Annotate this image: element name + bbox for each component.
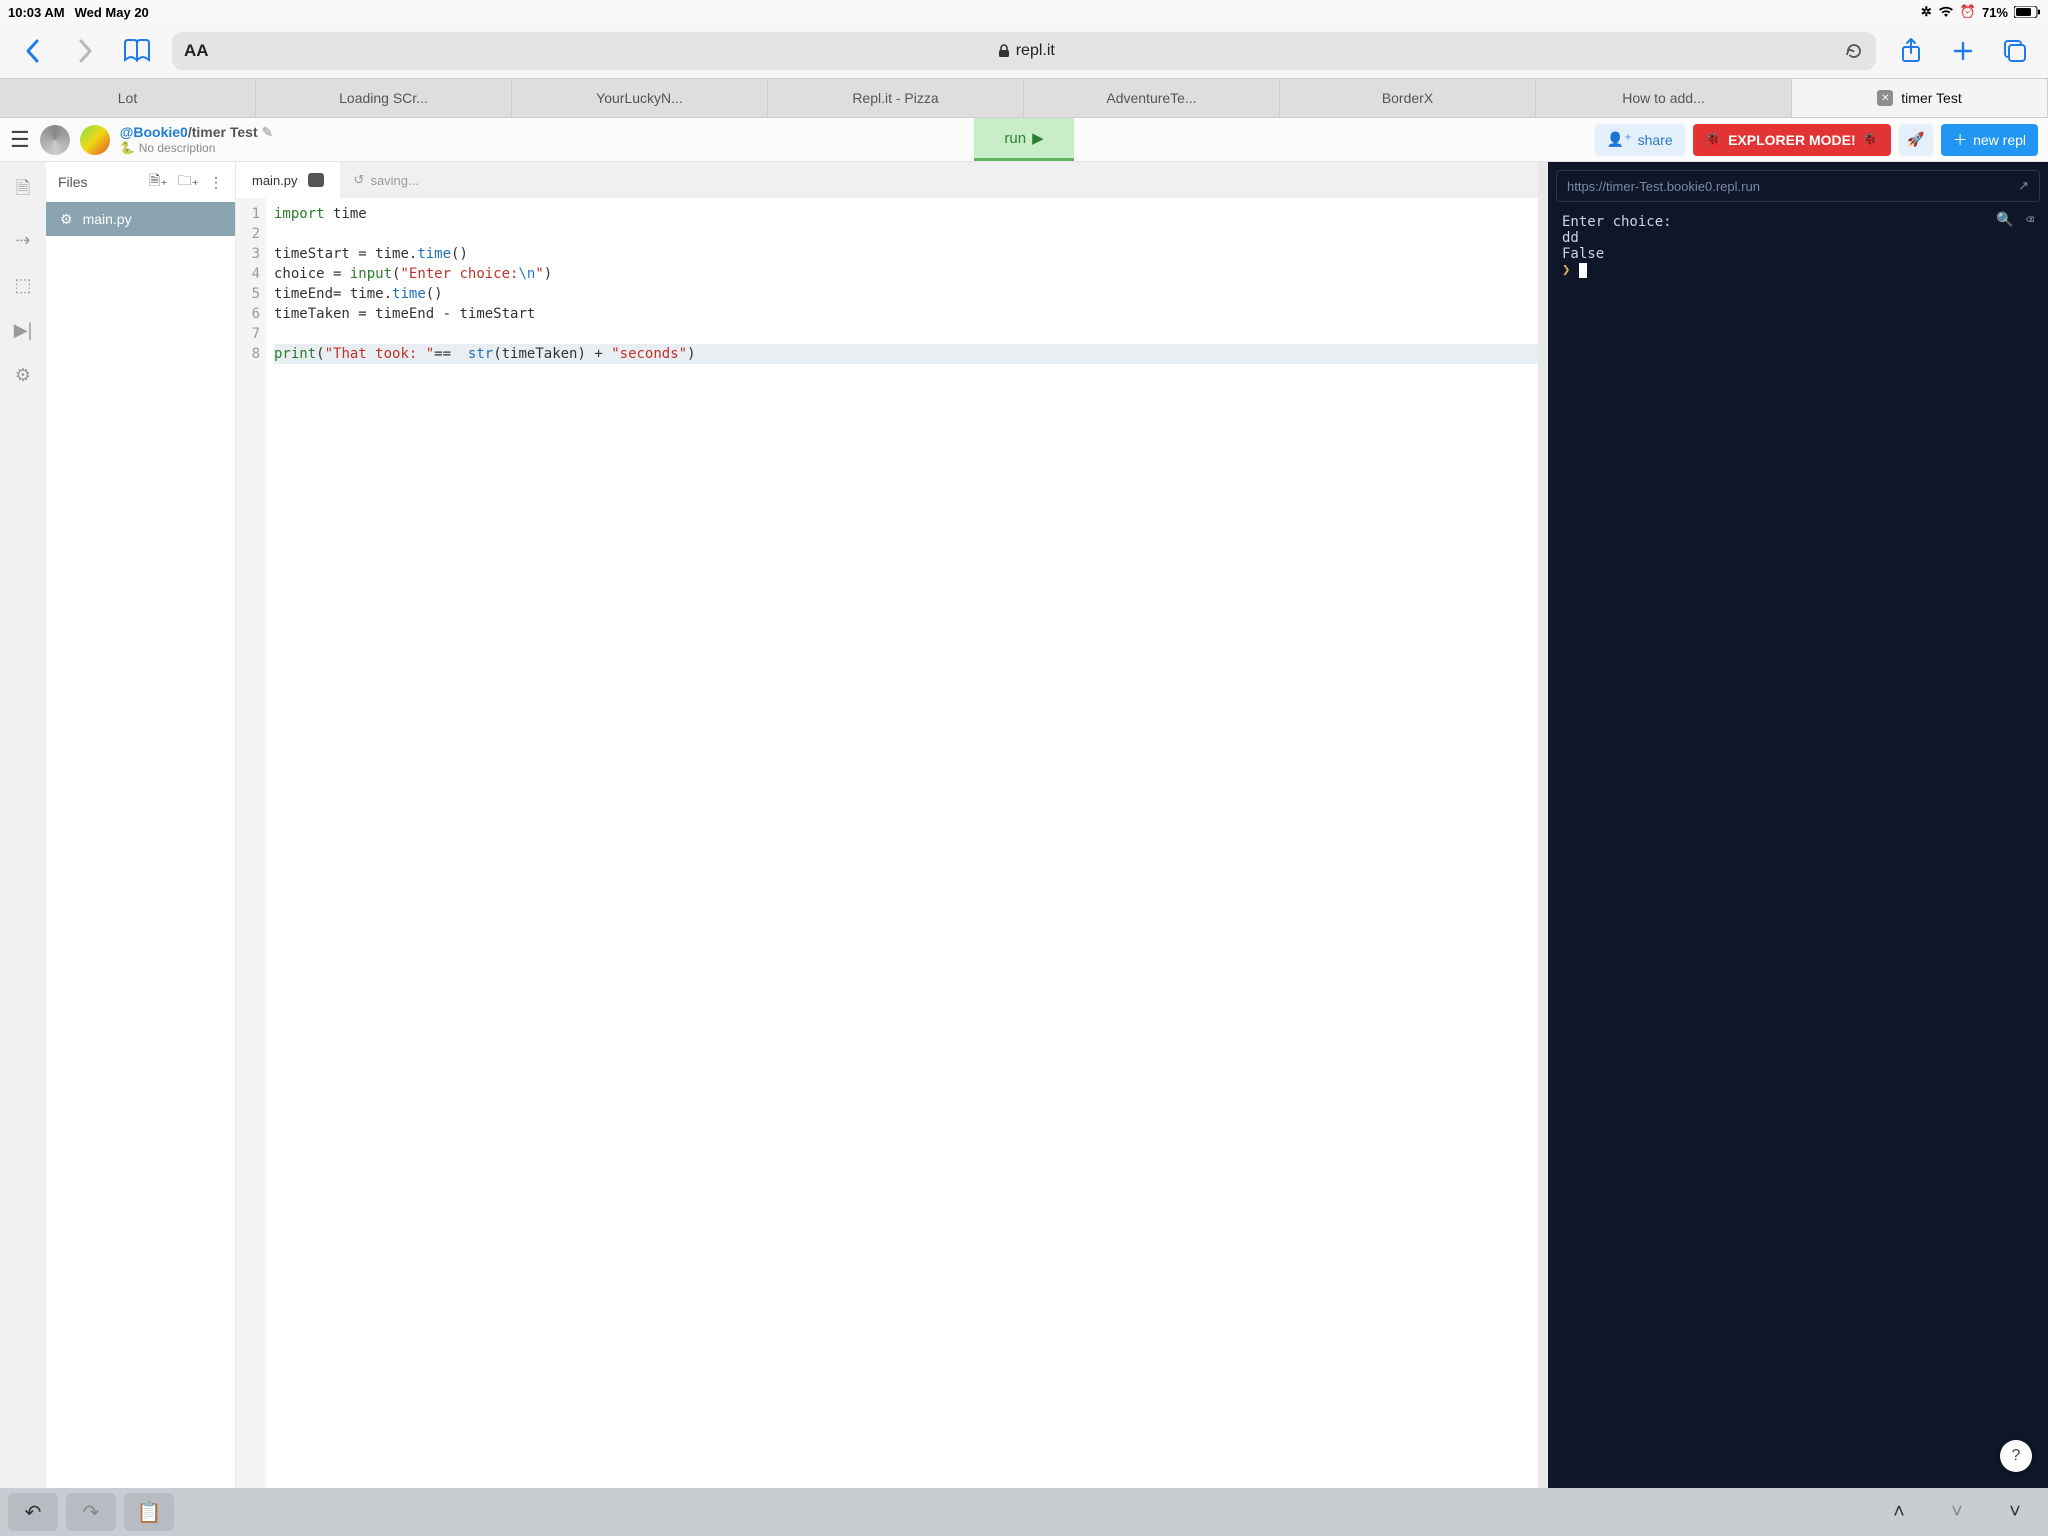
back-button[interactable] [16,34,50,68]
rocket-icon: 🚀 [1907,131,1924,148]
keyboard-suggestion-bar: ↶ ↷ 📋 ˄ ˅ ˅ [0,1488,2048,1536]
battery-percent: 71% [1982,5,2008,20]
reload-button[interactable] [1844,41,1864,61]
history-icon: ↺ [354,172,365,188]
editor-tab-bar: main.py ↺ saving... [236,162,1538,198]
line-gutter: 1 2 3 4 5 6 7 8 [236,198,266,1488]
browser-tab[interactable]: BorderX [1280,79,1536,117]
files-icon[interactable]: 🗎 [16,176,30,206]
play-icon: ▶ [1032,129,1044,147]
ipad-status-bar: 10:03 AM Wed May 20 ✲ ⏰ 71% [0,0,2048,24]
repl-subtitle: No description [139,141,216,155]
file-options-icon[interactable] [308,173,324,187]
browser-tab[interactable]: YourLuckyN... [512,79,768,117]
file-name: main.py [83,211,132,227]
browser-tab[interactable]: AdventureTe... [1024,79,1280,117]
paste-button[interactable]: 📋 [124,1493,174,1531]
status-time: 10:03 AM [8,5,65,20]
help-button[interactable]: ? [2000,1440,2032,1472]
status-date: Wed May 20 [75,5,149,20]
undo-button[interactable]: ↶ [8,1493,58,1531]
battery-icon [2014,6,2040,18]
files-label: Files [58,174,88,190]
repl-name: timer Test [192,124,258,140]
console-prompt: ❯ [1562,262,1570,278]
file-item-selected[interactable]: ⚙ main.py [46,202,235,236]
share-button[interactable] [1894,34,1928,68]
new-repl-button[interactable]: ＋ new repl [1941,124,2038,156]
search-console-icon[interactable]: 🔍 [1996,212,2013,228]
saving-indicator: ↺ saving... [340,172,419,188]
next-suggestion-button[interactable]: ˅ [1932,1493,1982,1531]
prev-suggestion-button[interactable]: ˄ [1874,1493,1924,1531]
close-tab-icon[interactable]: ✕ [1877,90,1893,106]
address-bar[interactable]: AA repl.it [172,32,1876,70]
menu-button[interactable]: ☰ [10,127,30,153]
repl-title-block: @Bookie0/timer Test ✎ 🐍 No description [120,124,274,155]
rocket-button[interactable]: 🚀 [1899,124,1933,156]
loading-icon: ✲ [1921,4,1932,20]
version-control-icon[interactable]: ⇢ [15,230,30,251]
debugger-icon[interactable]: ▶| [14,320,33,341]
console-url-bar[interactable]: https://timer-Test.bookie0.repl.run ↗ [1556,170,2040,202]
text-size-button[interactable]: AA [184,41,209,61]
bookmarks-button[interactable] [120,34,154,68]
console-url-text: https://timer-Test.bookie0.repl.run [1567,179,1760,194]
dismiss-keyboard-button[interactable]: ˅ [1990,1493,2040,1531]
code-content[interactable]: import time timeStart = time.time() choi… [266,198,1538,1488]
browser-tab[interactable]: Repl.it - Pizza [768,79,1024,117]
tabs-button[interactable] [1998,34,2032,68]
forward-button[interactable] [68,34,102,68]
bug-icon: 🐞 [1705,131,1722,148]
repl-owner[interactable]: @Bookie0 [120,124,188,140]
console-line: False [1562,246,2034,262]
browser-tab[interactable]: Loading SCr... [256,79,512,117]
new-file-icon[interactable]: 🗎₊ [149,170,168,194]
code-editor[interactable]: 1 2 3 4 5 6 7 8 import time timeStart = … [236,198,1538,1488]
browser-tab[interactable]: How to add... [1536,79,1792,117]
python-icon: 🐍 [120,141,135,155]
share-repl-button[interactable]: 👤⁺ share [1595,124,1685,156]
python-file-icon: ⚙ [60,211,73,228]
more-icon[interactable]: ⋮ [209,174,223,191]
browser-tab[interactable]: Lot [0,79,256,117]
settings-icon[interactable]: ⚙ [15,365,31,386]
replit-logo[interactable] [40,125,70,155]
explorer-mode-button[interactable]: 🐞 EXPLORER MODE! 🐞 [1693,124,1891,156]
plus-icon: ＋ [1953,130,1967,150]
workspace: 🗎 ⇢ ⬚ ▶| ⚙ Files 🗎₊ 🗀₊ ⋮ ⚙ main.py main.… [0,162,2048,1488]
wifi-icon [1938,6,1954,18]
packages-icon[interactable]: ⬚ [14,275,31,296]
open-external-icon[interactable]: ↗ [2018,178,2029,194]
clear-console-icon[interactable]: ⌫ [2026,212,2034,228]
files-header: Files 🗎₊ 🗀₊ ⋮ [46,162,235,202]
left-icon-rail: 🗎 ⇢ ⬚ ▶| ⚙ [0,162,46,1488]
run-button[interactable]: run ▶ [974,118,1074,161]
user-avatar[interactable] [80,125,110,155]
console-line: Enter choice: [1562,214,2034,230]
editor-tab-active[interactable]: main.py [236,162,340,198]
safari-tab-strip: Lot Loading SCr... YourLuckyN... Repl.it… [0,78,2048,118]
edit-icon[interactable]: ✎ [262,124,274,140]
url-host: repl.it [1016,42,1055,60]
replit-header: ☰ @Bookie0/timer Test ✎ 🐍 No description… [0,118,2048,162]
editor-panel: main.py ↺ saving... 1 2 3 4 5 6 7 8 impo… [236,162,1548,1488]
alarm-icon: ⏰ [1960,4,1976,20]
console-panel: https://timer-Test.bookie0.repl.run ↗ 🔍 … [1548,162,2048,1488]
console-cursor [1579,263,1587,278]
lock-icon [998,44,1010,58]
files-panel: Files 🗎₊ 🗀₊ ⋮ ⚙ main.py [46,162,236,1488]
person-plus-icon: 👤⁺ [1607,131,1632,148]
console-line: dd [1562,230,2034,246]
new-folder-icon[interactable]: 🗀₊ [178,170,199,194]
safari-toolbar: AA repl.it [0,24,2048,78]
bug-icon: 🐞 [1862,131,1879,148]
new-tab-button[interactable] [1946,34,1980,68]
redo-button[interactable]: ↷ [66,1493,116,1531]
console-output[interactable]: 🔍 ⌫ Enter choice: dd False ❯ [1548,210,2048,1488]
browser-tab-active[interactable]: ✕ timer Test [1792,79,2048,117]
